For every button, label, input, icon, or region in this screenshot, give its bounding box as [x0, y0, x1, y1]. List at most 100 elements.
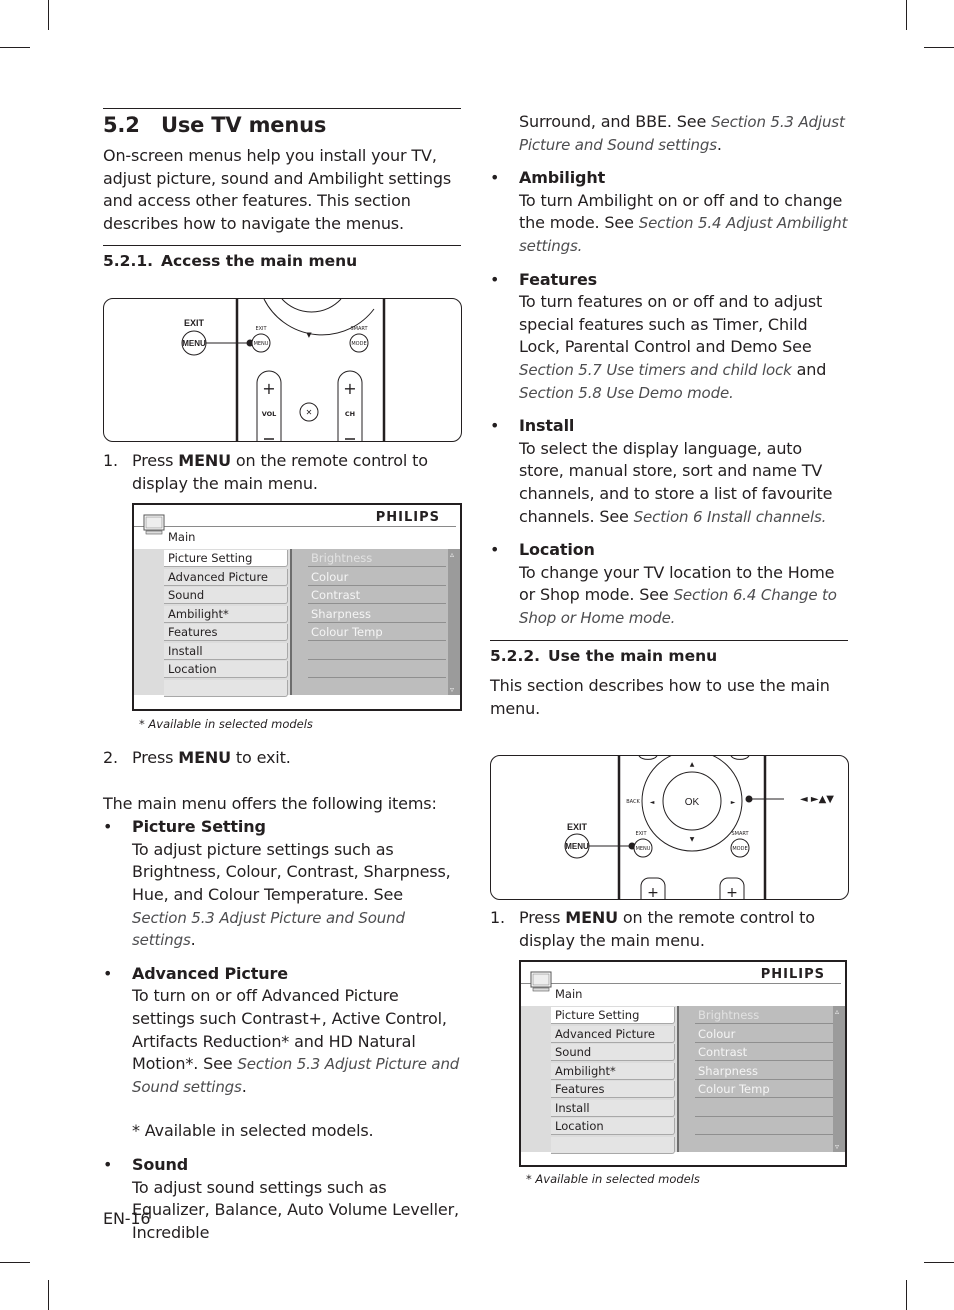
scroll-up-icon[interactable]: ▵ — [835, 1007, 839, 1016]
menu-item-sound[interactable]: Sound — [551, 1044, 675, 1061]
step-number: 1. — [490, 908, 505, 927]
submenu-item-colour[interactable]: Colour — [308, 569, 446, 586]
menu-item-install[interactable]: Install — [164, 642, 288, 660]
crop-mark — [906, 0, 907, 30]
submenu-item-contrast[interactable]: Contrast — [308, 587, 446, 604]
bullet-item: • Location To change your TV location to… — [490, 539, 848, 629]
scroll-down-icon[interactable]: ▿ — [450, 685, 454, 694]
menu-item-picture-setting[interactable]: Picture Setting — [551, 1007, 675, 1024]
submenu-item-colour[interactable]: Colour — [695, 1026, 833, 1043]
svg-text:MENU: MENU — [636, 846, 651, 852]
menu-scrollbar[interactable]: ▵ ▿ — [448, 549, 460, 695]
brand-logo: PHILIPS — [375, 510, 440, 525]
subsection-title: Access the main menu — [161, 252, 358, 271]
subsection-title: Use the main menu — [548, 647, 718, 666]
tv-icon — [143, 514, 165, 535]
subsection-heading: 5.2.1. Access the main menu — [103, 252, 461, 270]
left-column: 5.2 Use TV menus On-screen menus help you… — [103, 108, 461, 270]
section-number: 5.2 — [103, 113, 140, 137]
crop-mark — [0, 47, 30, 48]
submenu-item-colour-temp[interactable]: Colour Temp — [308, 624, 446, 641]
menu-separator — [677, 1006, 679, 1152]
section-reference: Section 5.3 Adjust Picture and Sound set… — [132, 908, 405, 950]
bullet-item: • Features To turn features on or off an… — [490, 269, 848, 405]
svg-text:►: ► — [731, 799, 736, 806]
menu-body: Picture Setting Advanced Picture Sound A… — [521, 1006, 845, 1154]
submenu-item-empty — [308, 680, 446, 697]
step-number: 1. — [103, 451, 118, 470]
crop-mark — [48, 0, 49, 30]
menu-item-picture-setting[interactable]: Picture Setting — [164, 550, 288, 567]
footnote: * Available in selected models — [526, 1172, 700, 1186]
sound-continued: Surround, and BBE. See Section 5.3 Adjus… — [490, 111, 848, 156]
scroll-down-icon[interactable]: ▿ — [835, 1142, 839, 1151]
submenu-item-sharpness[interactable]: Sharpness — [695, 1063, 833, 1080]
scroll-up-icon[interactable]: ▵ — [450, 550, 454, 559]
right-column: Surround, and BBE. See Section 5.3 Adjus… — [490, 111, 848, 721]
header-line — [134, 526, 456, 527]
section-heading: 5.2 Use TV menus — [103, 113, 461, 137]
submenu-item-colour-temp[interactable]: Colour Temp — [695, 1081, 833, 1098]
footnote: * Available in selected models — [139, 717, 313, 731]
menu-item-install[interactable]: Install — [551, 1099, 675, 1117]
step-item: 2. Press MENU to exit. — [103, 747, 461, 770]
submenu-item-empty — [308, 661, 446, 678]
menu-item-location[interactable]: Location — [551, 1118, 675, 1135]
svg-text:+: + — [343, 379, 356, 398]
bullet-icon: • — [490, 416, 500, 436]
left-column-lower: 2. Press MENU to exit. The main menu off… — [103, 747, 461, 1244]
menu-item-empty — [551, 1136, 675, 1154]
bullet-body: Surround, and BBE. See — [519, 112, 712, 131]
submenu-item-empty — [695, 1137, 833, 1154]
svg-text:EXIT: EXIT — [255, 326, 267, 332]
submenu-item-brightness[interactable]: Brightness — [308, 550, 446, 567]
menu-item-features[interactable]: Features — [164, 624, 288, 641]
tv-main-menu: PHILIPS Main Picture Setting Advanced Pi… — [519, 960, 847, 1167]
svg-text:SMART: SMART — [731, 831, 749, 837]
bullet-title: Advanced Picture — [132, 963, 288, 983]
menu-item-advanced-picture[interactable]: Advanced Picture — [551, 1025, 675, 1043]
bullet-text: To select the display language, auto sto… — [519, 438, 848, 528]
bullet-text: To change your TV location to the Home o… — [519, 562, 848, 630]
bullet-text: To adjust sound settings such as Equaliz… — [132, 1177, 459, 1242]
section-rule — [103, 108, 461, 109]
svg-text:MENU: MENU — [565, 842, 589, 851]
svg-text:+: + — [726, 885, 738, 899]
svg-text:CH: CH — [345, 410, 355, 418]
submenu-item-brightness[interactable]: Brightness — [695, 1007, 833, 1024]
header-line — [521, 983, 841, 984]
section-reference: Section 5.8 Use Demo mode. — [519, 383, 734, 402]
menu-item-sound[interactable]: Sound — [164, 587, 288, 604]
bullet-text: To adjust picture settings such as Brigh… — [132, 839, 461, 952]
subsection-number: 5.2.1. — [103, 252, 154, 271]
svg-text:MODE: MODE — [732, 846, 747, 852]
offers-intro: The main menu offers the following items… — [103, 793, 437, 813]
menu-item-location[interactable]: Location — [164, 661, 288, 678]
menu-item-features[interactable]: Features — [551, 1081, 675, 1098]
menu-key: MENU — [178, 748, 231, 767]
submenu-item-contrast[interactable]: Contrast — [695, 1044, 833, 1061]
step-text: Press — [132, 748, 179, 767]
menu-item-advanced-picture[interactable]: Advanced Picture — [164, 568, 288, 586]
menu-item-empty — [164, 679, 288, 697]
bullet-title: Sound — [132, 1154, 189, 1174]
bullet-title: Features — [519, 269, 598, 289]
crop-mark — [48, 1280, 49, 1310]
step-item: 1. Press MENU on the remote control to d… — [490, 907, 848, 952]
menu-item-ambilight[interactable]: Ambilight* — [164, 605, 288, 623]
subsection-intro: This section describes how to use the ma… — [490, 676, 830, 719]
right-step-1: 1. Press MENU on the remote control to d… — [490, 907, 848, 952]
section-title: Use TV menus — [161, 113, 327, 137]
bullet-item: • Install To select the display language… — [490, 415, 848, 528]
arrow-keys-label: ◄ ►▲▼ — [800, 794, 834, 805]
menu-item-ambilight[interactable]: Ambilight* — [551, 1062, 675, 1080]
step-item: 1. Press MENU on the remote control to d… — [103, 450, 461, 495]
bullet-icon: • — [103, 1154, 113, 1174]
submenu-item-sharpness[interactable]: Sharpness — [308, 606, 446, 623]
menu-header: PHILIPS Main — [134, 505, 460, 549]
menu-scrollbar[interactable]: ▵ ▿ — [833, 1006, 845, 1152]
subsection-rule — [490, 640, 848, 642]
step-text: Press — [519, 908, 566, 927]
bullet-text: To turn features on or off and to adjust… — [519, 291, 848, 404]
menu-separator — [290, 549, 292, 695]
